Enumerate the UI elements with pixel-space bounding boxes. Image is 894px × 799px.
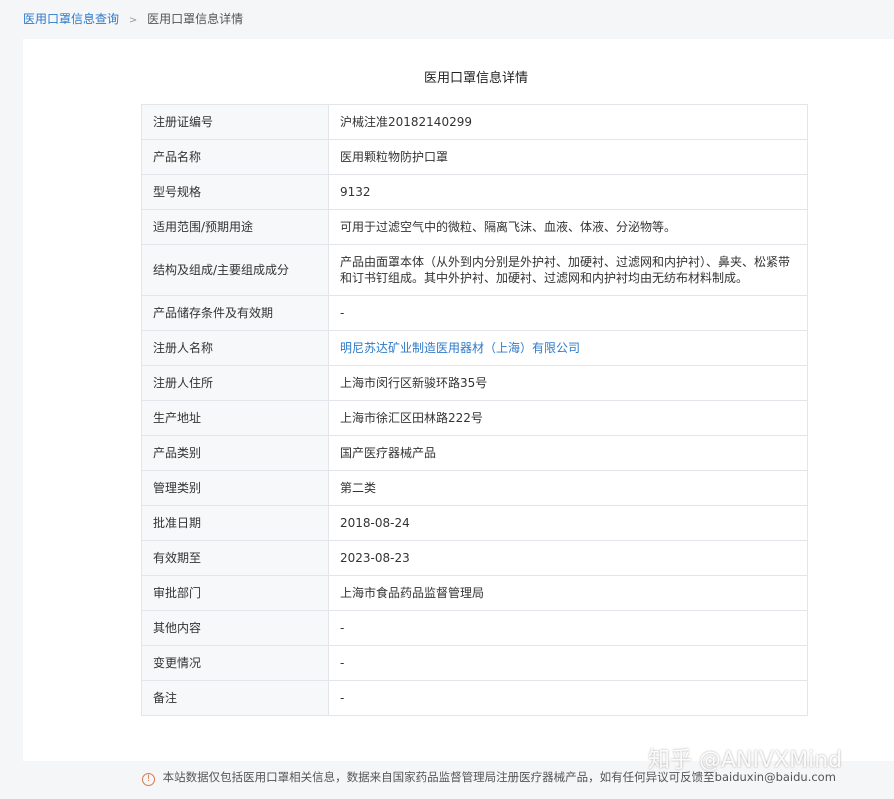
row-value: - <box>328 295 808 331</box>
row-value: 9132 <box>328 174 808 210</box>
row-value: 2023-08-23 <box>328 540 808 576</box>
table-row: 有效期至 2023-08-23 <box>141 540 808 576</box>
row-label: 管理类别 <box>141 470 329 506</box>
row-label: 有效期至 <box>141 540 329 576</box>
page-title: 医用口罩信息详情 <box>423 71 528 86</box>
table-row: 注册证编号 沪械注准20182140299 <box>141 104 808 140</box>
row-value: - <box>328 610 808 646</box>
row-value: - <box>328 680 808 716</box>
row-label: 注册人住所 <box>141 365 329 401</box>
row-value: - <box>328 645 808 681</box>
row-label: 注册人名称 <box>141 330 329 366</box>
row-label: 变更情况 <box>141 645 329 681</box>
row-value: 第二类 <box>328 470 808 506</box>
table-row: 产品名称 医用颗粒物防护口罩 <box>141 139 808 175</box>
row-label: 适用范围/预期用途 <box>141 209 329 245</box>
detail-card: 医用口罩信息详情 注册证编号 沪械注准20182140299 产品名称 医用颗粒… <box>23 39 894 761</box>
table-row: 生产地址 上海市徐汇区田林路222号 <box>141 400 808 436</box>
table-row: 产品储存条件及有效期 - <box>141 295 808 331</box>
row-label: 审批部门 <box>141 575 329 611</box>
registrant-company-link[interactable]: 明尼苏达矿业制造医用器材（上海）有限公司 <box>340 341 580 355</box>
row-label: 结构及组成/主要组成成分 <box>141 244 329 296</box>
row-label: 型号规格 <box>141 174 329 210</box>
row-label: 产品类别 <box>141 435 329 471</box>
table-row: 管理类别 第二类 <box>141 470 808 506</box>
table-row: 变更情况 - <box>141 645 808 681</box>
table-row: 批准日期 2018-08-24 <box>141 505 808 541</box>
row-value: 国产医疗器械产品 <box>328 435 808 471</box>
row-label: 产品储存条件及有效期 <box>141 295 329 331</box>
breadcrumb-link-mask-query[interactable]: 医用口罩信息查询 <box>23 12 119 26</box>
table-row: 注册人名称 明尼苏达矿业制造医用器材（上海）有限公司 <box>141 330 808 366</box>
breadcrumb-current: 医用口罩信息详情 <box>147 12 244 26</box>
row-value: 医用颗粒物防护口罩 <box>328 139 808 175</box>
breadcrumb: 医用口罩信息查询 > 医用口罩信息详情 <box>23 10 243 27</box>
row-value: 上海市食品药品监督管理局 <box>328 575 808 611</box>
row-label: 注册证编号 <box>141 104 329 140</box>
table-row: 结构及组成/主要组成成分 产品由面罩本体（从外到内分别是外护衬、加硬衬、过滤网和… <box>141 244 808 296</box>
row-value: 2018-08-24 <box>328 505 808 541</box>
watermark: 知乎 @ANIVXMind <box>648 748 843 773</box>
table-row: 审批部门 上海市食品药品监督管理局 <box>141 575 808 611</box>
table-row: 产品类别 国产医疗器械产品 <box>141 435 808 471</box>
breadcrumb-separator: > <box>128 15 138 26</box>
row-label: 批准日期 <box>141 505 329 541</box>
row-value: 产品由面罩本体（从外到内分别是外护衬、加硬衬、过滤网和内护衬）、鼻夹、松紧带和订… <box>328 244 808 296</box>
row-label: 备注 <box>141 680 329 716</box>
row-value: 可用于过滤空气中的微粒、隔离飞沫、血液、体液、分泌物等。 <box>328 209 808 245</box>
table-row: 注册人住所 上海市闵行区新骏环路35号 <box>141 365 808 401</box>
row-value: 明尼苏达矿业制造医用器材（上海）有限公司 <box>328 330 808 366</box>
row-value: 上海市徐汇区田林路222号 <box>328 400 808 436</box>
table-row: 适用范围/预期用途 可用于过滤空气中的微粒、隔离飞沫、血液、体液、分泌物等。 <box>141 209 808 245</box>
table-row: 其他内容 - <box>141 610 808 646</box>
row-label: 产品名称 <box>141 139 329 175</box>
table-row: 型号规格 9132 <box>141 174 808 210</box>
table-row: 备注 - <box>141 680 808 716</box>
row-value: 沪械注准20182140299 <box>328 104 808 140</box>
row-value: 上海市闵行区新骏环路35号 <box>328 365 808 401</box>
detail-table: 注册证编号 沪械注准20182140299 产品名称 医用颗粒物防护口罩 型号规… <box>141 104 808 716</box>
info-icon: ! <box>142 773 155 786</box>
row-label: 生产地址 <box>141 400 329 436</box>
row-label: 其他内容 <box>141 610 329 646</box>
